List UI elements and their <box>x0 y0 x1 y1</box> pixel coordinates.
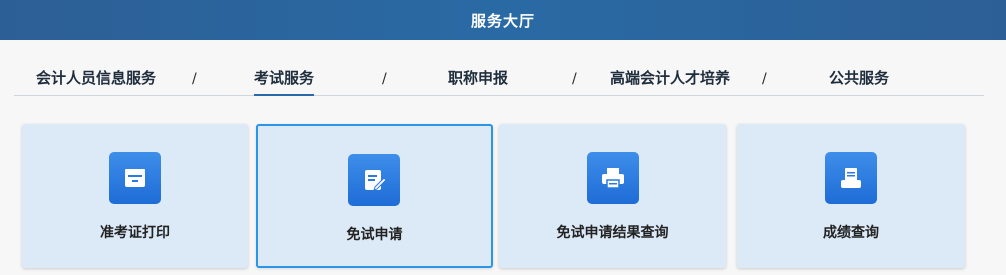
header-bar: 服务大厅 <box>0 0 1006 40</box>
score-query-icon <box>825 152 877 204</box>
print-ticket-icon <box>109 152 161 204</box>
card-exemption-application[interactable]: 免试申请 <box>256 124 493 268</box>
card-label: 免试申请 <box>346 227 403 243</box>
edit-document-icon <box>348 154 400 206</box>
main-content: 会计人员信息服务 / 考试服务 / 职称申报 / 高端会计人才培养 / 公共服务… <box>0 40 1006 275</box>
card-label: 准考证打印 <box>100 225 170 241</box>
tab-accountant-info[interactable]: 会计人员信息服务 <box>36 66 156 96</box>
card-exemption-result-query[interactable]: 免试申请结果查询 <box>499 124 726 268</box>
tab-title-application[interactable]: 职称申报 <box>448 66 508 96</box>
tab-bar: 会计人员信息服务 / 考试服务 / 职称申报 / 高端会计人才培养 / 公共服务 <box>14 66 984 96</box>
page-title: 服务大厅 <box>470 11 535 30</box>
tab-public-service[interactable]: 公共服务 <box>829 66 889 96</box>
printer-icon <box>587 152 639 204</box>
tab-separator: / <box>382 71 387 87</box>
card-label: 免试申请结果查询 <box>556 225 669 241</box>
card-score-query[interactable]: 成绩查询 <box>737 124 965 268</box>
tab-talent-training[interactable]: 高端会计人才培养 <box>610 66 730 96</box>
tab-separator: / <box>192 71 197 87</box>
card-label: 成绩查询 <box>823 225 879 241</box>
tab-separator: / <box>762 71 767 87</box>
tab-exam-service[interactable]: 考试服务 <box>254 66 315 96</box>
card-admission-ticket-print[interactable]: 准考证打印 <box>22 124 248 268</box>
service-cards: 准考证打印 免试申请 免试申请结果查询 成绩查询 <box>0 124 1006 270</box>
tab-separator: / <box>572 71 577 87</box>
